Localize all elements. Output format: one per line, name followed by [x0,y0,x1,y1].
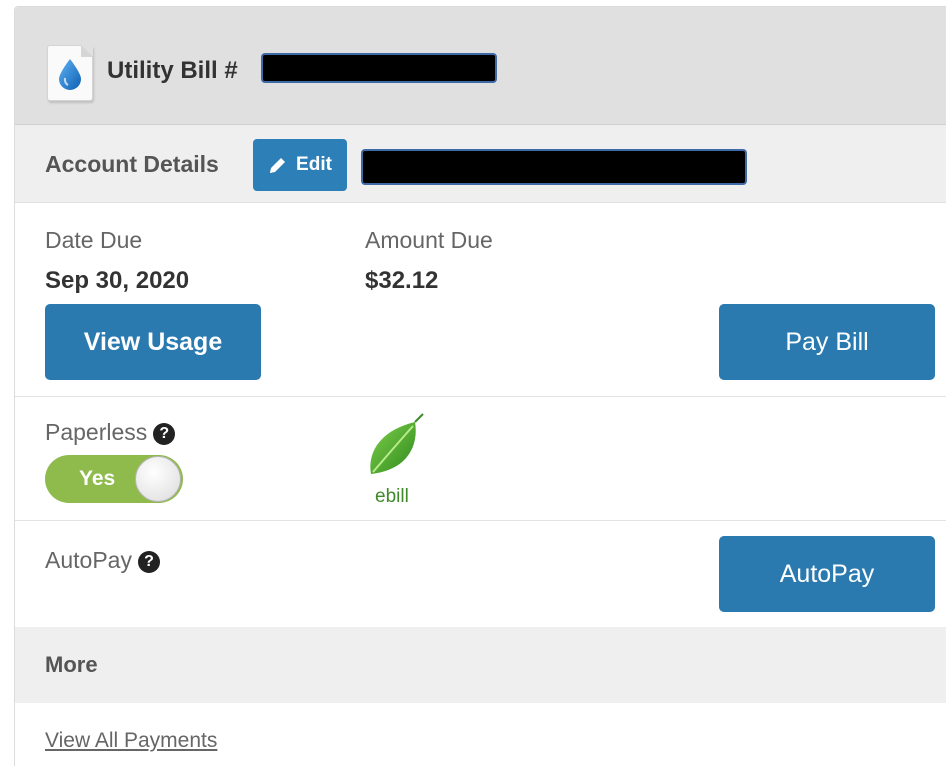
view-usage-button[interactable]: View Usage [45,304,261,380]
water-drop-icon [47,45,93,101]
more-title: More [45,652,98,677]
autopay-label: AutoPay [45,547,132,573]
paperless-toggle[interactable]: Yes [45,455,183,503]
question-circle-icon[interactable]: ? [137,551,160,573]
more-section-bar: More [15,627,946,703]
ebill-label: ebill [375,486,409,507]
divider [15,520,946,521]
autopay-row-label: AutoPay? [45,547,160,574]
edit-label: Edit [296,154,332,175]
redacted-bill-number [261,53,497,83]
account-details-bar: Account Details Edit [15,125,946,203]
divider [15,396,946,397]
ebill-badge: ebill [363,412,433,507]
bill-header: Utility Bill # [15,7,946,125]
pencil-icon [270,158,286,173]
account-details-title: Account Details [45,151,219,177]
pay-bill-button[interactable]: Pay Bill [719,304,935,380]
view-all-payments-link[interactable]: View All Payments [45,729,217,753]
date-due-label: Date Due [45,227,143,253]
toggle-knob [135,456,181,502]
amount-due-value: $32.12 [365,267,439,294]
autopay-button[interactable]: AutoPay [719,536,935,612]
question-circle-icon[interactable]: ? [153,423,176,445]
date-due-value: Sep 30, 2020 [45,267,190,294]
amount-due-label: Amount Due [365,227,493,253]
utility-bill-card: Utility Bill # Account Details Edit Date… [14,6,946,766]
edit-button[interactable]: Edit [253,139,347,191]
redacted-account-info [361,149,747,185]
toggle-label: Yes [79,467,116,490]
paperless-label: Paperless [45,419,148,445]
paperless-row-label: Paperless? [45,419,176,446]
bill-title: Utility Bill # [107,57,238,84]
leaf-icon [370,413,424,474]
